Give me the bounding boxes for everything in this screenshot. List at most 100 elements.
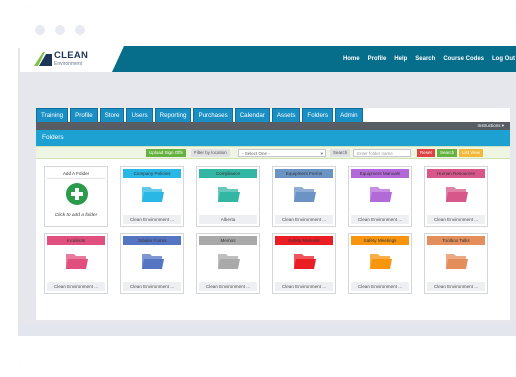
content-panel: Training Profile Store Users Reporting P… — [36, 108, 510, 320]
site-header: CLEAN Environment Home Profile Help Sear… — [20, 46, 516, 72]
folder-icon — [446, 254, 468, 269]
folder-icon-front — [218, 259, 240, 269]
logo[interactable]: CLEAN Environment — [20, 46, 124, 72]
folder-icon-front — [446, 259, 468, 269]
location-select[interactable]: - Select One - ▾ — [238, 149, 326, 157]
folder-icon — [370, 187, 392, 202]
folder-icon — [142, 254, 164, 269]
folder-name: Company Policies — [123, 169, 181, 178]
folder-name: Equipment Forms — [275, 169, 333, 178]
logo-icon — [34, 52, 52, 66]
tab-assets[interactable]: Assets — [271, 108, 301, 122]
folder-icon — [370, 254, 392, 269]
tab-store[interactable]: Store — [99, 108, 125, 122]
folder-location: Clean Environment ... — [123, 215, 181, 224]
reset-button[interactable]: Reset — [417, 149, 435, 157]
instructions-toggle[interactable]: Instructions ▾ — [477, 122, 504, 130]
filter-location-label: Filter by location — [191, 149, 230, 157]
location-select-value: - Select One - — [242, 151, 270, 156]
folder-icon-front — [370, 192, 392, 202]
folder-tile[interactable]: Toolbox Talks Clean Environment ... — [424, 233, 488, 294]
folder-tile[interactable]: Jobsite Forms Clean Environment ... — [120, 233, 184, 294]
folder-location: Clean Environment ... — [427, 282, 485, 291]
folder-tile[interactable]: Company Policies Clean Environment ... — [120, 166, 184, 227]
folder-name: Compliance — [199, 169, 257, 178]
folder-tile[interactable]: Memos Clean Environment ... — [196, 233, 260, 294]
folder-name: Incidents — [47, 236, 105, 245]
tab-purchases[interactable]: Purchases — [193, 108, 233, 122]
folder-tile[interactable]: Equipment Manuals Clean Environment ... — [348, 166, 412, 227]
nav-profile[interactable]: Profile — [368, 56, 387, 62]
nav-help[interactable]: Help — [394, 56, 407, 62]
folder-icon-front — [142, 192, 164, 202]
window-bottom-bar — [18, 336, 516, 372]
folder-name: Human Resources — [427, 169, 485, 178]
add-folder-title: Add A Folder — [47, 169, 105, 179]
chevron-down-icon: ▾ — [320, 151, 323, 156]
folder-location: Clean Environment ... — [351, 282, 409, 291]
folder-location: Clean Environment ... — [199, 282, 257, 291]
tab-training[interactable]: Training — [36, 108, 69, 122]
nav-home[interactable]: Home — [343, 56, 360, 62]
list-view-button[interactable]: List View — [459, 149, 483, 157]
folder-icon-front — [294, 192, 316, 202]
folder-tile[interactable]: Compliance Alberta — [196, 166, 260, 227]
add-folder-caption: Click to add a folder — [54, 213, 98, 218]
folder-location: Clean Environment ... — [351, 215, 409, 224]
folder-name: Toolbox Talks — [427, 236, 485, 245]
section-header: Folders — [36, 130, 510, 146]
folder-icon-front — [370, 259, 392, 269]
folder-icon — [294, 187, 316, 202]
folder-location: Clean Environment ... — [123, 282, 181, 291]
folder-name: Equipment Manuals — [351, 169, 409, 178]
search-label: Search — [330, 149, 351, 157]
folder-icon-front — [218, 192, 240, 202]
folder-tile[interactable]: Safety Meetings Clean Environment ... — [348, 233, 412, 294]
window-titlebar — [18, 6, 516, 48]
tab-profile[interactable]: Profile — [70, 108, 98, 122]
tab-users[interactable]: Users — [126, 108, 153, 122]
folder-name: Safety Manuals — [275, 236, 333, 245]
top-navigation: Home Profile Help Search Course Codes Lo… — [335, 46, 515, 72]
folder-tile[interactable]: Incidents Clean Environment ... — [44, 233, 108, 294]
search-button[interactable]: Search — [437, 149, 458, 157]
folder-tile[interactable]: Equipment Forms Clean Environment ... — [272, 166, 336, 227]
folder-tile[interactable]: Safety Manuals Clean Environment ... — [272, 233, 336, 294]
filter-bar: Upload Sign Offs Filter by location - Se… — [36, 146, 510, 159]
nav-course-codes[interactable]: Course Codes — [443, 56, 484, 62]
folder-icon-front — [446, 192, 468, 202]
logo-subtitle: Environment — [54, 61, 83, 67]
folder-icon — [218, 187, 240, 202]
folder-location: Alberta — [199, 215, 257, 224]
tab-folders[interactable]: Folders — [302, 108, 334, 122]
folder-location: Clean Environment ... — [427, 215, 485, 224]
plus-circle-icon[interactable] — [66, 183, 88, 205]
folder-icon-front — [142, 259, 164, 269]
window-control-dot[interactable] — [35, 25, 45, 35]
folder-icon — [294, 254, 316, 269]
tab-reporting[interactable]: Reporting — [154, 108, 192, 122]
folder-icon — [66, 254, 88, 269]
folder-tile[interactable]: Human Resources Clean Environment ... — [424, 166, 488, 227]
folder-icon-front — [66, 259, 88, 269]
folder-icon — [142, 187, 164, 202]
section-title: Folders — [42, 134, 64, 141]
tab-admin[interactable]: Admin — [335, 108, 363, 122]
add-folder-tile[interactable]: Add A Folder Click to add a folder — [44, 166, 108, 227]
folder-icon-front — [294, 259, 316, 269]
folder-location: Clean Environment ... — [47, 282, 105, 291]
folder-name: Jobsite Forms — [123, 236, 181, 245]
window-control-dot[interactable] — [75, 25, 85, 35]
app-page: CLEAN Environment Home Profile Help Sear… — [20, 46, 516, 324]
folder-name: Safety Meetings — [351, 236, 409, 245]
folder-name: Memos — [199, 236, 257, 245]
nav-log-out[interactable]: Log Out — [492, 56, 515, 62]
window-control-dot[interactable] — [55, 25, 65, 35]
folder-search-input[interactable]: Enter folder name — [353, 149, 411, 157]
folder-location: Clean Environment ... — [275, 215, 333, 224]
tab-calendar[interactable]: Calendar — [234, 108, 270, 122]
nav-search[interactable]: Search — [415, 56, 435, 62]
main-tabs: Training Profile Store Users Reporting P… — [36, 108, 365, 122]
folder-location: Clean Environment ... — [275, 282, 333, 291]
upload-signoffs-button[interactable]: Upload Sign Offs — [146, 149, 186, 157]
